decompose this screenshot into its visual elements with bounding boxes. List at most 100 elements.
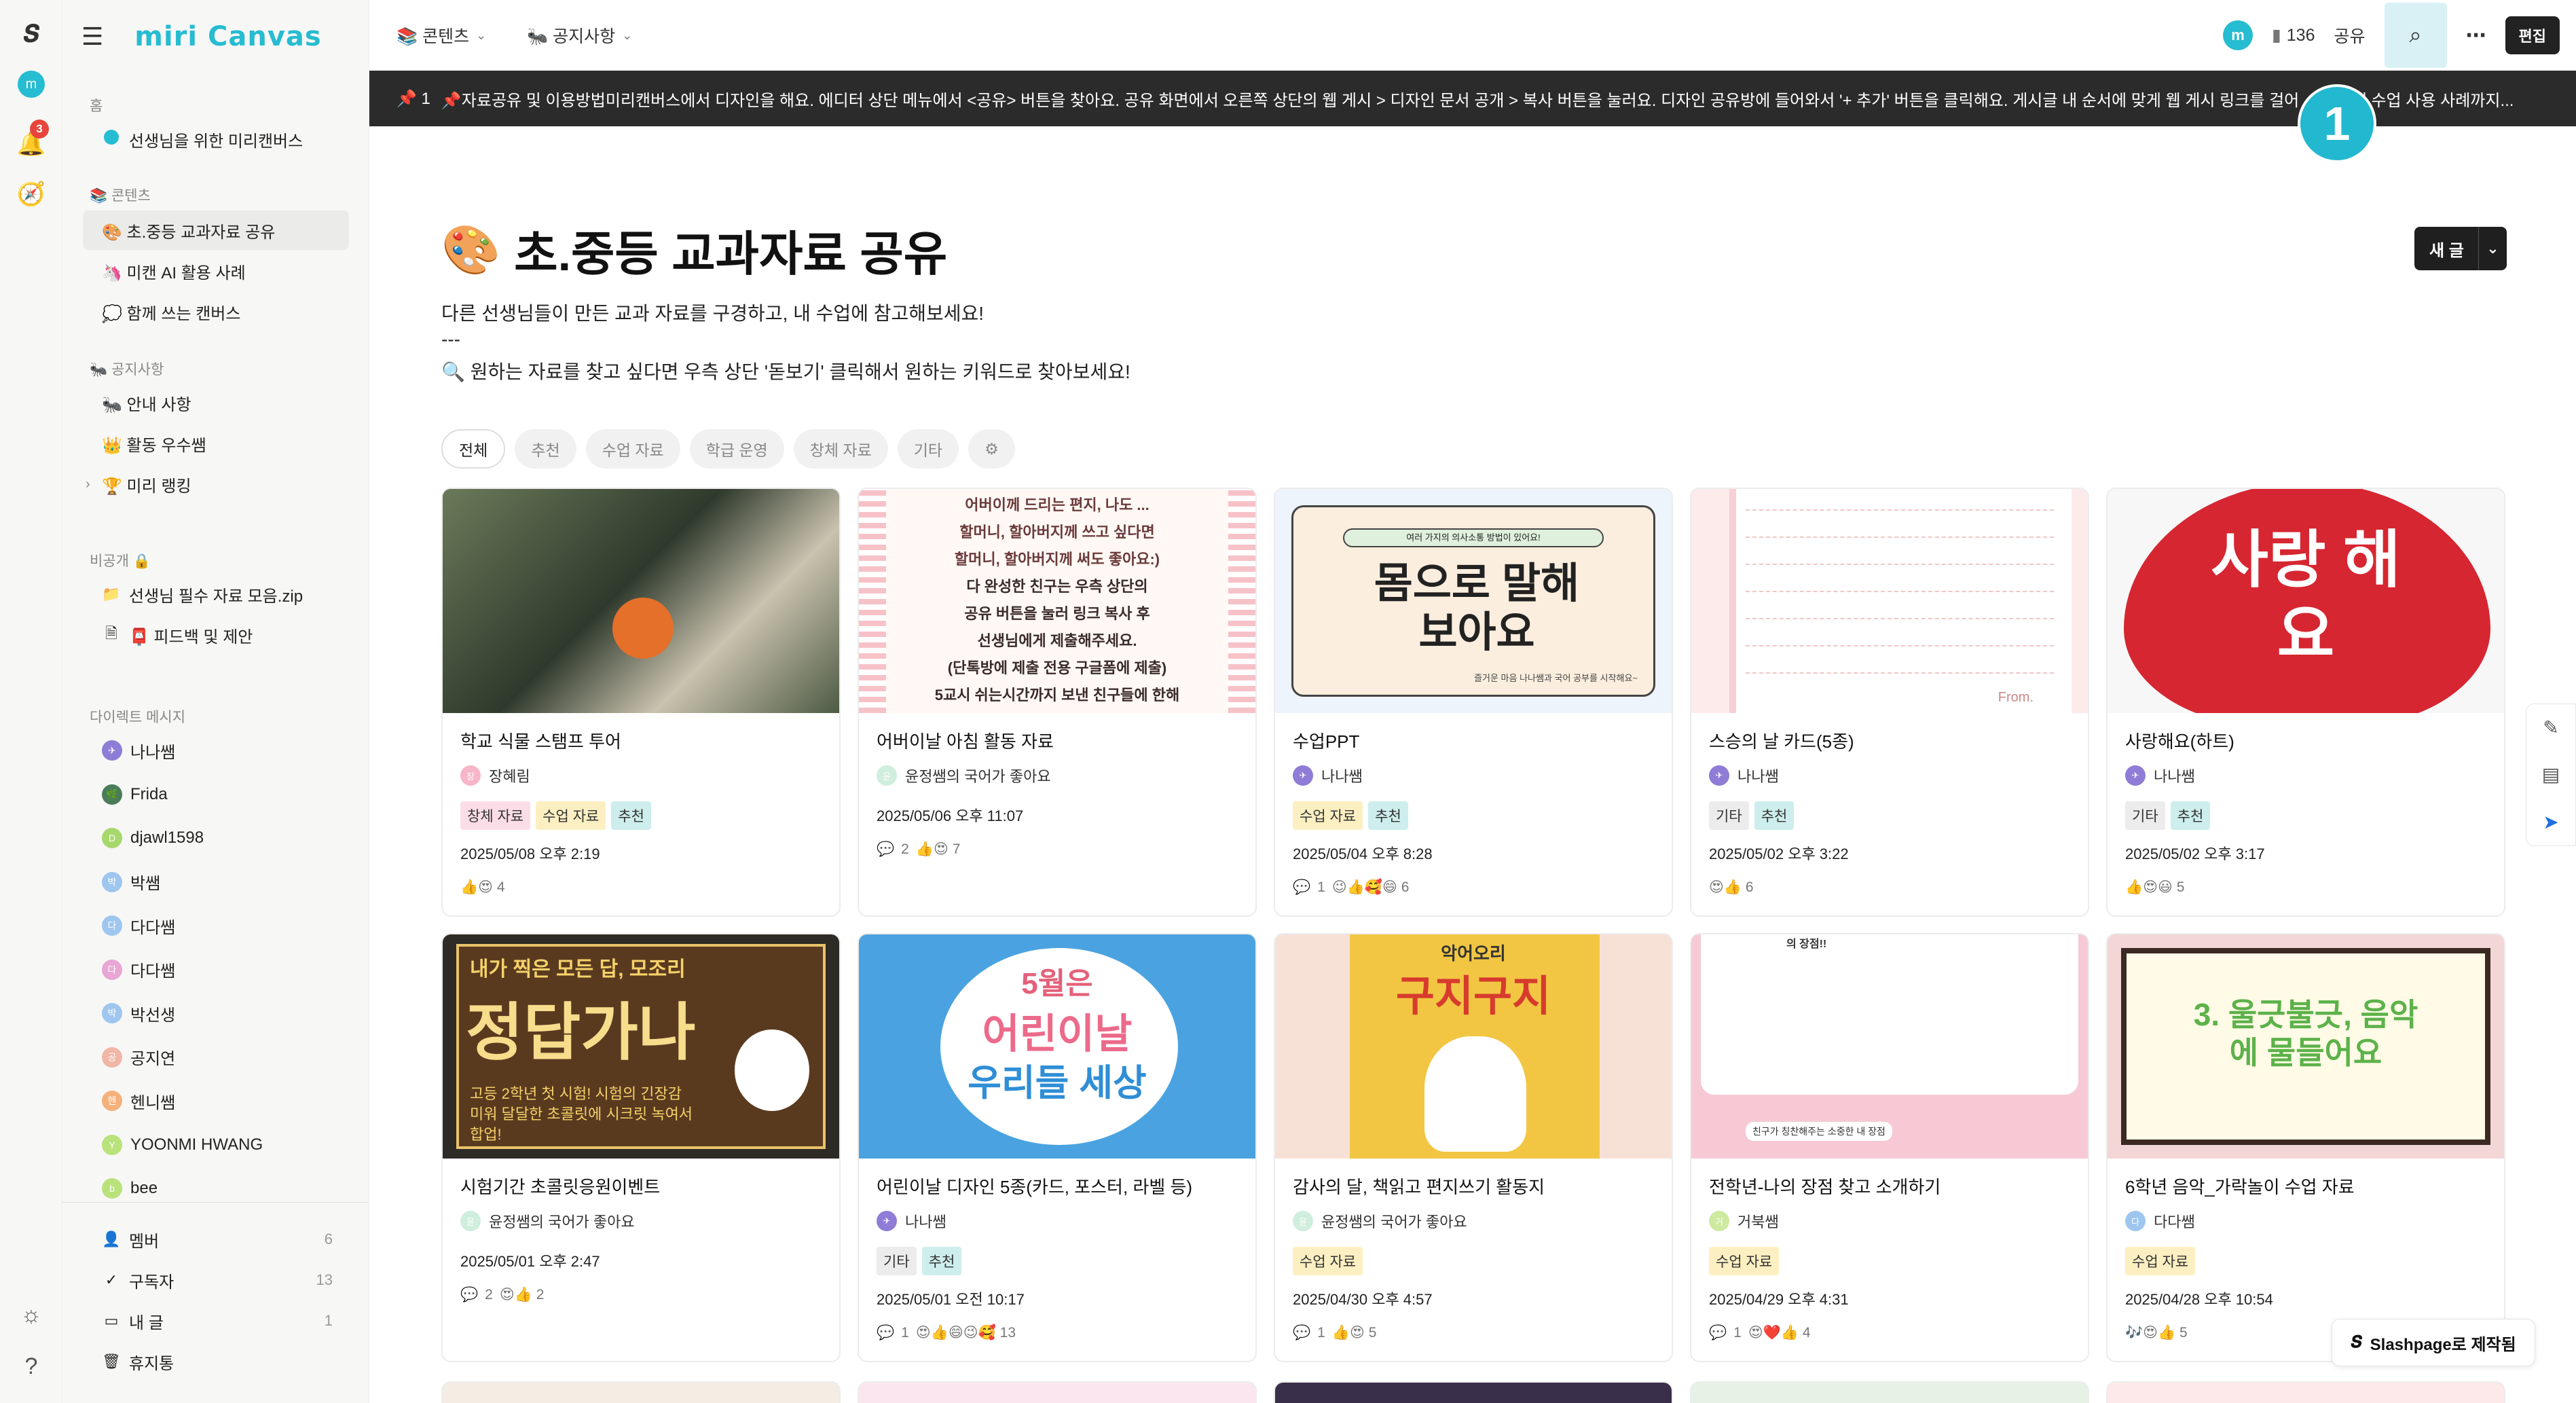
sidebar-item-ai-cases[interactable]: 🦄 미캔 AI 활용 사례 bbox=[83, 251, 349, 291]
card-author[interactable]: ✈ 나나쌤 bbox=[1293, 765, 1363, 786]
card-title[interactable]: 시험기간 초콜릿응원이벤트 bbox=[460, 1173, 660, 1199]
filter-creative-material[interactable]: 창체 자료 bbox=[793, 429, 888, 469]
dm-user-item[interactable]: 공 공지연 bbox=[83, 1038, 349, 1077]
card-author[interactable]: ✈ 나나쌤 bbox=[877, 1210, 946, 1232]
post-card[interactable]: 여러 가지의 의사소통 방법이 있어요! 몸으로 말해 보아요 즐거운 마음 나나쌤… bbox=[1274, 488, 1673, 917]
chevron-down-icon[interactable]: ⌄ bbox=[2478, 227, 2507, 270]
reaction-summary[interactable]: 👍😍 7 bbox=[916, 841, 961, 858]
card-title[interactable]: 전학년-나의 장점 찾고 소개하기 bbox=[1709, 1173, 1940, 1199]
comment-icon[interactable]: 💬 bbox=[1709, 1325, 1727, 1341]
sidebar-item-best-teachers[interactable]: 👑 활동 우수쌤 bbox=[83, 424, 349, 463]
dm-user-item[interactable]: 박 박선생 bbox=[83, 994, 349, 1033]
sidebar-item-essentials[interactable]: 📁 선생님 필수 자료 모음.zip bbox=[83, 575, 349, 614]
help-icon[interactable]: ? bbox=[15, 1350, 48, 1383]
post-card[interactable]: 악어오리 구지구지감사의 달, 책읽고 편지쓰기 활동지윤 윤정쌤의 국어가 좋아요… bbox=[1274, 933, 1673, 1362]
card-author[interactable]: 거 거북쌤 bbox=[1709, 1210, 1779, 1232]
card-thumbnail[interactable]: 5월은 어린이날 우리들 세상 bbox=[859, 934, 1255, 1159]
dm-user-item[interactable]: 🌿 Frida bbox=[83, 775, 349, 814]
sidebar-item-guide[interactable]: 🐜 안내 사항 bbox=[83, 383, 349, 422]
topbar-menu-notice[interactable]: 🐜 공지사항 ⌄ bbox=[527, 20, 632, 50]
slashpage-logo-icon[interactable]: 𝑺 bbox=[15, 18, 48, 50]
app-logo[interactable]: miri Canvas bbox=[134, 21, 321, 52]
filter-recommended[interactable]: 추천 bbox=[515, 429, 576, 469]
sidebar-item-my-posts[interactable]: ▭ 내 글 1 bbox=[83, 1301, 349, 1341]
post-card[interactable]: 3. 울긋불긋, 음악에 물들어요 6학년 음악_가락놀이 수업 자료 다 다다쌤 수업… bbox=[2106, 933, 2505, 1362]
reaction-summary[interactable]: 😉👍🥰😄 6 bbox=[1332, 879, 1410, 896]
card-title[interactable]: 어버이날 아침 활동 자료 bbox=[877, 728, 1054, 753]
card-thumbnail[interactable]: 3. 울긋불긋, 음악에 물들어요 bbox=[2108, 934, 2504, 1159]
comment-icon[interactable]: 💬 bbox=[1293, 1325, 1310, 1341]
reaction-summary[interactable]: 👍😍 4 bbox=[460, 879, 505, 896]
card-thumbnail[interactable]: 여러 가지의 의사소통 방법이 있어요! 몸으로 말해 보아요 즐거운 마음 나나쌤… bbox=[1275, 489, 1672, 713]
card-title[interactable]: 감사의 달, 책읽고 편지쓰기 활동지 bbox=[1293, 1173, 1545, 1199]
sidebar-item-ranking[interactable]: › 🏆 미리 랭킹 bbox=[83, 464, 349, 504]
card-thumbnail[interactable]: 어버이께 드리는 편지, 나도 ... 할머니, 할아버지께 쓰고 싶다면 할머니,… bbox=[859, 489, 1255, 713]
dm-user-item[interactable]: Ddjawl1598 bbox=[83, 818, 349, 858]
post-card[interactable]: 사랑 해요 사랑해요(하트) ✈ 나나쌤 기타 추천 2025/05/02 오후 3:17 👍… bbox=[2106, 488, 2505, 917]
card-title[interactable]: 스승의 날 카드(5종) bbox=[1709, 728, 1854, 753]
card-title[interactable]: 수업PPT bbox=[1293, 728, 1359, 753]
dm-user-item[interactable]: 다 다다쌤 bbox=[83, 906, 349, 945]
card-author[interactable]: 윤 윤정쌤의 국어가 좋아요 bbox=[460, 1210, 635, 1232]
card-author[interactable]: ✈ 나나쌤 bbox=[2125, 765, 2195, 786]
pen-icon[interactable]: ✎ bbox=[2543, 716, 2558, 739]
card-author[interactable]: 다 다다쌤 bbox=[2125, 1210, 2195, 1232]
card-title[interactable]: 6학년 음악_가락놀이 수업 자료 bbox=[2125, 1173, 2355, 1199]
card-partial[interactable] bbox=[441, 1381, 841, 1403]
workspace-icon[interactable]: m bbox=[15, 68, 48, 101]
card-author[interactable]: 윤 윤정쌤의 국어가 좋아요 bbox=[1293, 1210, 1467, 1232]
card-thumbnail[interactable]: 의 장점!! 친구가 칭찬해주는 소중한 내 장점 bbox=[1691, 934, 2088, 1159]
workspace-avatar[interactable]: m bbox=[2223, 20, 2253, 50]
comment-icon[interactable]: 💬 bbox=[460, 1287, 478, 1303]
post-card[interactable]: 의 장점!! 친구가 칭찬해주는 소중한 내 장점전학년-나의 장점 찾고 소개하… bbox=[1690, 933, 2089, 1362]
views-stat[interactable]: ▮ 136 bbox=[2272, 25, 2315, 45]
dm-user-item[interactable]: 다 다다쌤 bbox=[83, 950, 349, 989]
reaction-summary[interactable]: 🎶😍👍 5 bbox=[2125, 1324, 2188, 1341]
card-partial[interactable] bbox=[858, 1381, 1257, 1403]
reaction-summary[interactable]: 😍❤️👍 4 bbox=[1748, 1324, 1811, 1341]
filter-class-management[interactable]: 학급 운영 bbox=[689, 429, 784, 469]
sidebar-item-trash[interactable]: 🗑 휴지통 bbox=[83, 1342, 349, 1381]
topbar-menu-contents[interactable]: 📚 콘텐츠 ⌄ bbox=[397, 20, 486, 50]
card-partial[interactable] bbox=[1690, 1381, 2089, 1403]
compass-icon[interactable]: 🧭 bbox=[15, 178, 48, 211]
comment-icon[interactable]: 💬 bbox=[877, 841, 894, 858]
card-title[interactable]: 학교 식물 스탬프 투어 bbox=[460, 728, 621, 753]
filter-class-material[interactable]: 수업 자료 bbox=[585, 429, 680, 469]
notice-bar[interactable]: 📌 1 📌자료공유 및 이용방법미리캔버스에서 디자인을 해요. 에디터 상단 … bbox=[369, 71, 2576, 126]
sidebar-item-home[interactable]: 선생님을 위한 미리캔버스 bbox=[83, 120, 349, 159]
dm-user-item[interactable]: 박 박쌤 bbox=[83, 862, 349, 902]
card-thumbnail[interactable]: From. bbox=[1691, 489, 2088, 713]
post-card[interactable]: 학교 식물 스탬프 투어 장 장혜림 창체 자료 수업 자료 추천 2025/05/08 오… bbox=[441, 488, 841, 917]
card-title[interactable]: 어린이날 디자인 5종(카드, 포스터, 라벨 등) bbox=[877, 1173, 1192, 1199]
card-author[interactable]: 장 장혜림 bbox=[460, 765, 530, 786]
filter-settings[interactable]: ⚙ bbox=[968, 429, 1015, 469]
sidebar-item-members[interactable]: 👤 멤버 6 bbox=[83, 1220, 349, 1259]
card-partial[interactable] bbox=[2106, 1381, 2505, 1403]
send-icon[interactable]: ➤ bbox=[2543, 811, 2558, 833]
card-thumbnail[interactable]: 내가 찍은 모든 답, 모조리 정답가나 고등 2학년 첫 시험! 시험의 긴장감미… bbox=[443, 934, 839, 1159]
hamburger-menu-icon[interactable]: ☰ bbox=[81, 22, 103, 51]
post-card[interactable]: 내가 찍은 모든 답, 모조리 정답가나 고등 2학년 첫 시험! 시험의 긴장감미… bbox=[441, 933, 841, 1362]
reaction-summary[interactable]: 👍😍😃 5 bbox=[2125, 879, 2184, 896]
dm-user-item[interactable]: Y YOONMI HWANG bbox=[83, 1125, 349, 1165]
sidebar-item-subscribers[interactable]: ✓ 구독자 13 bbox=[83, 1260, 349, 1300]
card-thumbnail[interactable] bbox=[443, 489, 839, 713]
chevron-right-icon[interactable]: › bbox=[86, 477, 90, 492]
reaction-summary[interactable]: 👍😍 5 bbox=[1332, 1324, 1377, 1341]
reaction-summary[interactable]: 😍👍😄😉🥰 13 bbox=[916, 1324, 1016, 1341]
edit-button[interactable]: 편집 bbox=[2505, 16, 2560, 54]
card-title[interactable]: 사랑해요(하트) bbox=[2125, 728, 2234, 753]
settings-sun-icon[interactable]: ☼ bbox=[15, 1298, 48, 1331]
reaction-summary[interactable]: 😍👍 6 bbox=[1709, 879, 1754, 896]
search-button[interactable]: ⌕ bbox=[2384, 3, 2447, 68]
dm-user-item[interactable]: 헨 헨니쌤 bbox=[83, 1081, 349, 1120]
card-partial[interactable] bbox=[1274, 1381, 1673, 1403]
filter-all[interactable]: 전체 bbox=[441, 429, 506, 469]
share-button[interactable]: 공유 bbox=[2334, 23, 2366, 48]
card-thumbnail[interactable]: 악어오리 구지구지 bbox=[1275, 934, 1672, 1159]
more-icon[interactable]: ⋯ bbox=[2466, 24, 2486, 48]
filter-etc[interactable]: 기타 bbox=[897, 429, 959, 469]
new-post-button[interactable]: 새 글 ⌄ bbox=[2414, 227, 2507, 270]
post-card[interactable]: From. 스승의 날 카드(5종) ✈ 나나쌤 기타 추천 2025/05/02 오후 3… bbox=[1690, 488, 2089, 917]
